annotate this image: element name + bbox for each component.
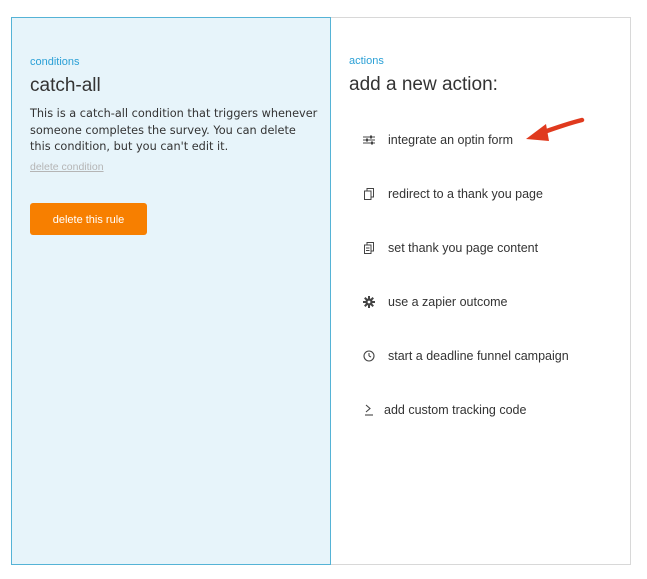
actions-section-label: actions (349, 55, 384, 67)
action-set-thank-you-content[interactable]: set thank you page content (362, 238, 538, 258)
action-label: redirect to a thank you page (388, 187, 543, 201)
clock-icon (362, 349, 376, 363)
action-integrate-optin-form[interactable]: integrate an optin form (362, 130, 513, 150)
action-zapier-outcome[interactable]: use a zapier outcome (362, 292, 508, 312)
conditions-section-label: conditions (30, 56, 80, 68)
action-deadline-funnel[interactable]: start a deadline funnel campaign (362, 346, 569, 366)
actions-title: add a new action: (349, 74, 498, 95)
action-label: start a deadline funnel campaign (388, 349, 569, 363)
action-redirect-thank-you[interactable]: redirect to a thank you page (362, 184, 543, 204)
sliders-icon (362, 133, 376, 147)
gear-icon (362, 295, 376, 309)
delete-condition-link[interactable]: delete condition (30, 161, 104, 173)
delete-rule-button[interactable]: delete this rule (30, 203, 147, 235)
page-edit-icon (362, 241, 376, 255)
action-custom-tracking-code[interactable]: add custom tracking code (362, 400, 526, 420)
code-prompt-icon (362, 403, 376, 417)
action-label: add custom tracking code (384, 403, 527, 417)
red-arrow-annotation (526, 117, 585, 141)
action-label: integrate an optin form (388, 133, 514, 147)
action-label: set thank you page content (388, 241, 539, 255)
page-copy-icon (362, 187, 376, 201)
condition-title: catch-all (30, 75, 101, 96)
action-label: use a zapier outcome (388, 295, 508, 309)
conditions-panel: conditions catch-all This is a catch-all… (11, 17, 331, 565)
condition-description: This is a catch-all condition that trigg… (30, 107, 318, 153)
